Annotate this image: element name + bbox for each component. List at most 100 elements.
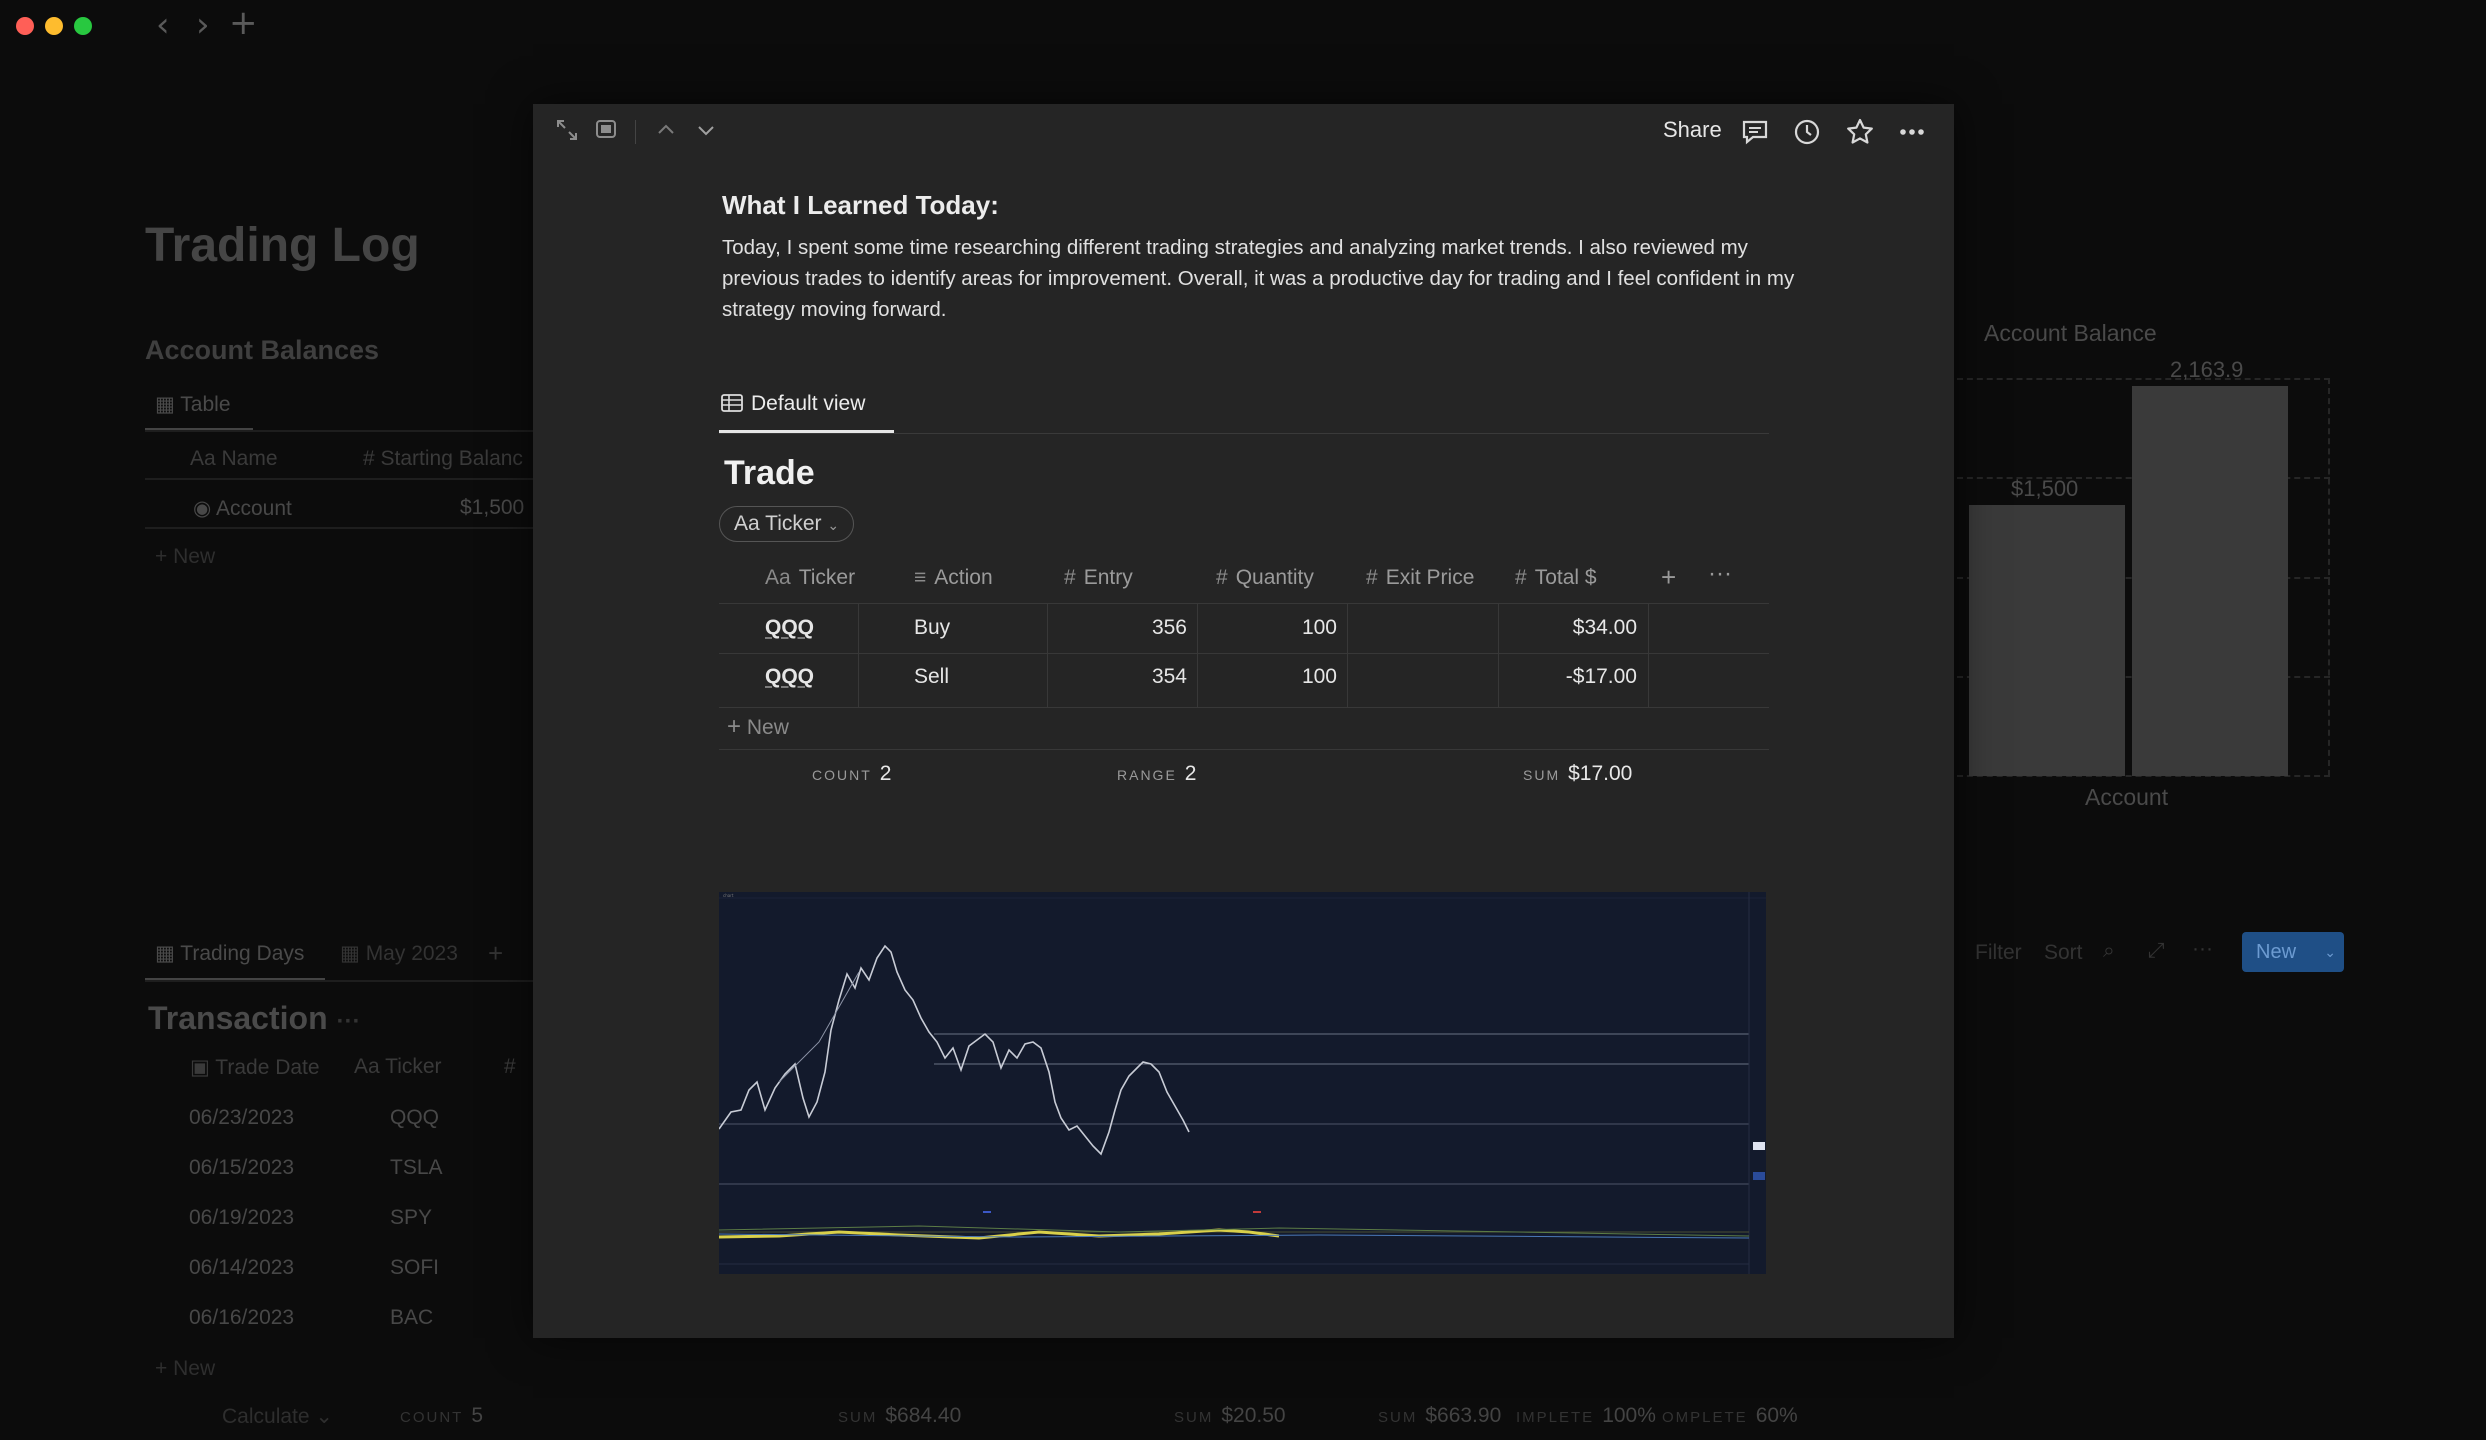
table-row-date: 06/15/2023	[189, 1156, 295, 1179]
row-2-action[interactable]: Sell	[914, 665, 949, 689]
row-2-ticker[interactable]: QQQ	[765, 665, 814, 689]
column-label: Exit Price	[1385, 566, 1475, 589]
chevron-down-icon[interactable]	[694, 118, 718, 149]
new-record-label: New	[2256, 941, 2297, 963]
zoom-window-button[interactable]	[74, 17, 92, 35]
peek-mode-icon[interactable]	[595, 118, 617, 147]
row-2-quantity[interactable]: 100	[1213, 665, 1337, 689]
row-1-action[interactable]: Buy	[914, 616, 950, 640]
history-icon[interactable]	[1791, 116, 1823, 148]
calendar-icon: ▣	[190, 1056, 216, 1079]
table-view-tab[interactable]: ▦ Table	[155, 392, 231, 417]
table-icon: ▦	[155, 393, 181, 416]
row-1-total: $34.00	[1572, 616, 1637, 639]
more-icon[interactable]: ···	[2192, 937, 2213, 961]
close-window-button[interactable]	[16, 17, 34, 35]
star-icon[interactable]	[1844, 116, 1876, 148]
table-icon: ▦	[340, 942, 366, 965]
add-view-icon[interactable]: +	[488, 938, 503, 969]
column-header-ticker[interactable]: Aa Ticker	[765, 566, 855, 590]
gridline	[2328, 378, 2330, 776]
row-2-entry[interactable]: 354	[1063, 665, 1187, 689]
column-label: Quantity	[1235, 566, 1314, 589]
divider	[145, 430, 535, 432]
more-icon[interactable]	[1896, 116, 1928, 148]
table-row-ticker[interactable]: SOFI	[390, 1256, 439, 1280]
filter-button[interactable]: Filter	[1975, 941, 2022, 965]
plus-icon[interactable]: +	[229, 6, 258, 40]
table-row-ticker[interactable]: TSLA	[390, 1156, 443, 1180]
tab-may-2023-label: May 2023	[365, 942, 458, 965]
row-1-ticker[interactable]: QQQ	[765, 616, 814, 640]
new-row-button[interactable]: + New	[155, 1357, 215, 1381]
tab-default-view[interactable]: Default view	[721, 392, 865, 416]
toolbar-divider	[635, 120, 636, 144]
calculate-button[interactable]: Calculate ⌄	[222, 1404, 333, 1429]
more-icon[interactable]: ···	[337, 1008, 361, 1035]
learned-body[interactable]: Today, I spent some time researching dif…	[722, 232, 1802, 325]
row-1-entry[interactable]: 356	[1063, 616, 1187, 640]
table-row-ticker[interactable]: BAC	[390, 1306, 433, 1330]
column-header-quantity[interactable]: # Quantity	[1216, 566, 1314, 590]
count-label: COUNT	[400, 1409, 464, 1426]
divider	[145, 478, 535, 480]
sum-value: $17.00	[1568, 762, 1633, 785]
table-row-ticker[interactable]: QQQ	[390, 1106, 439, 1130]
complete-label: OMPLETE	[1662, 1409, 1748, 1426]
plus-icon: +	[727, 713, 742, 740]
table-row-ticker[interactable]: SPY	[390, 1206, 432, 1230]
column-divider	[858, 603, 859, 707]
bar-label-starting: $1,500	[2011, 476, 2079, 501]
tab-may-2023[interactable]: ▦ May 2023	[340, 941, 458, 966]
new-row-label: New	[173, 1357, 216, 1380]
add-property-icon[interactable]: +	[1661, 562, 1676, 593]
minimize-window-button[interactable]	[45, 17, 63, 35]
divider	[145, 980, 535, 982]
sum-label: SUM	[1174, 1409, 1214, 1426]
database-title: Trade	[724, 454, 815, 492]
table-divider	[719, 707, 1769, 708]
table-icon	[721, 394, 743, 412]
more-icon[interactable]: ···	[1708, 560, 1732, 588]
account-row-name[interactable]: ◉ Account	[193, 496, 292, 521]
column-header-entry[interactable]: # Entry	[1064, 566, 1133, 590]
window-titlebar: ‹ › +	[0, 0, 2486, 52]
tab-trading-days[interactable]: ▦ Trading Days	[155, 941, 304, 966]
expand-icon[interactable]	[555, 118, 579, 149]
footer-range[interactable]: RANGE 2	[1117, 762, 1196, 786]
share-button[interactable]: Share	[1663, 117, 1722, 143]
trading-chart-image[interactable]: chart	[719, 892, 1766, 1274]
account-row-balance: $1,500	[460, 496, 525, 519]
column-header-total[interactable]: # Total $	[1515, 566, 1597, 590]
table-view-label: Table	[180, 393, 231, 416]
transaction-heading: Transaction ···	[148, 1000, 360, 1037]
table-divider	[719, 603, 1769, 604]
new-row-button[interactable]: + New	[727, 713, 789, 741]
comment-icon[interactable]	[1739, 116, 1771, 148]
chevron-down-icon[interactable]: ⌄	[2324, 932, 2336, 972]
sort-button[interactable]: Sort	[2044, 941, 2083, 965]
footer-sum-3: SUM $663.90	[1378, 1404, 1501, 1428]
chevron-up-icon[interactable]	[654, 118, 678, 149]
sum-label: SUM	[1378, 1409, 1418, 1426]
expand-icon[interactable]: ⤢	[2148, 939, 2165, 963]
footer-sum[interactable]: SUM $17.00	[1523, 762, 1632, 786]
complete-value: 60%	[1755, 1404, 1798, 1427]
footer-sum-1: SUM $684.40	[838, 1404, 961, 1428]
column-header-exit-price[interactable]: # Exit Price	[1366, 566, 1474, 590]
new-record-button[interactable]: New ⌄	[2242, 932, 2344, 972]
search-icon[interactable]: ⌕	[2103, 939, 2115, 963]
chevron-left-icon[interactable]: ‹	[156, 8, 170, 42]
new-row-button[interactable]: + New	[155, 545, 215, 569]
column-divider	[1197, 603, 1198, 707]
number-icon: #	[1366, 566, 1378, 589]
footer-count[interactable]: COUNT 2	[812, 762, 891, 786]
row-1-quantity[interactable]: 100	[1213, 616, 1337, 640]
account-name: Account	[216, 497, 292, 520]
column-header-action[interactable]: ≡ Action	[914, 566, 993, 590]
chevron-right-icon[interactable]: ›	[196, 8, 210, 42]
filter-chip-ticker[interactable]: Aa Ticker ⌄	[719, 506, 855, 542]
tab-divider	[719, 433, 1769, 434]
row-2-total: -$17.00	[1565, 665, 1637, 688]
range-value: 2	[1184, 762, 1197, 785]
